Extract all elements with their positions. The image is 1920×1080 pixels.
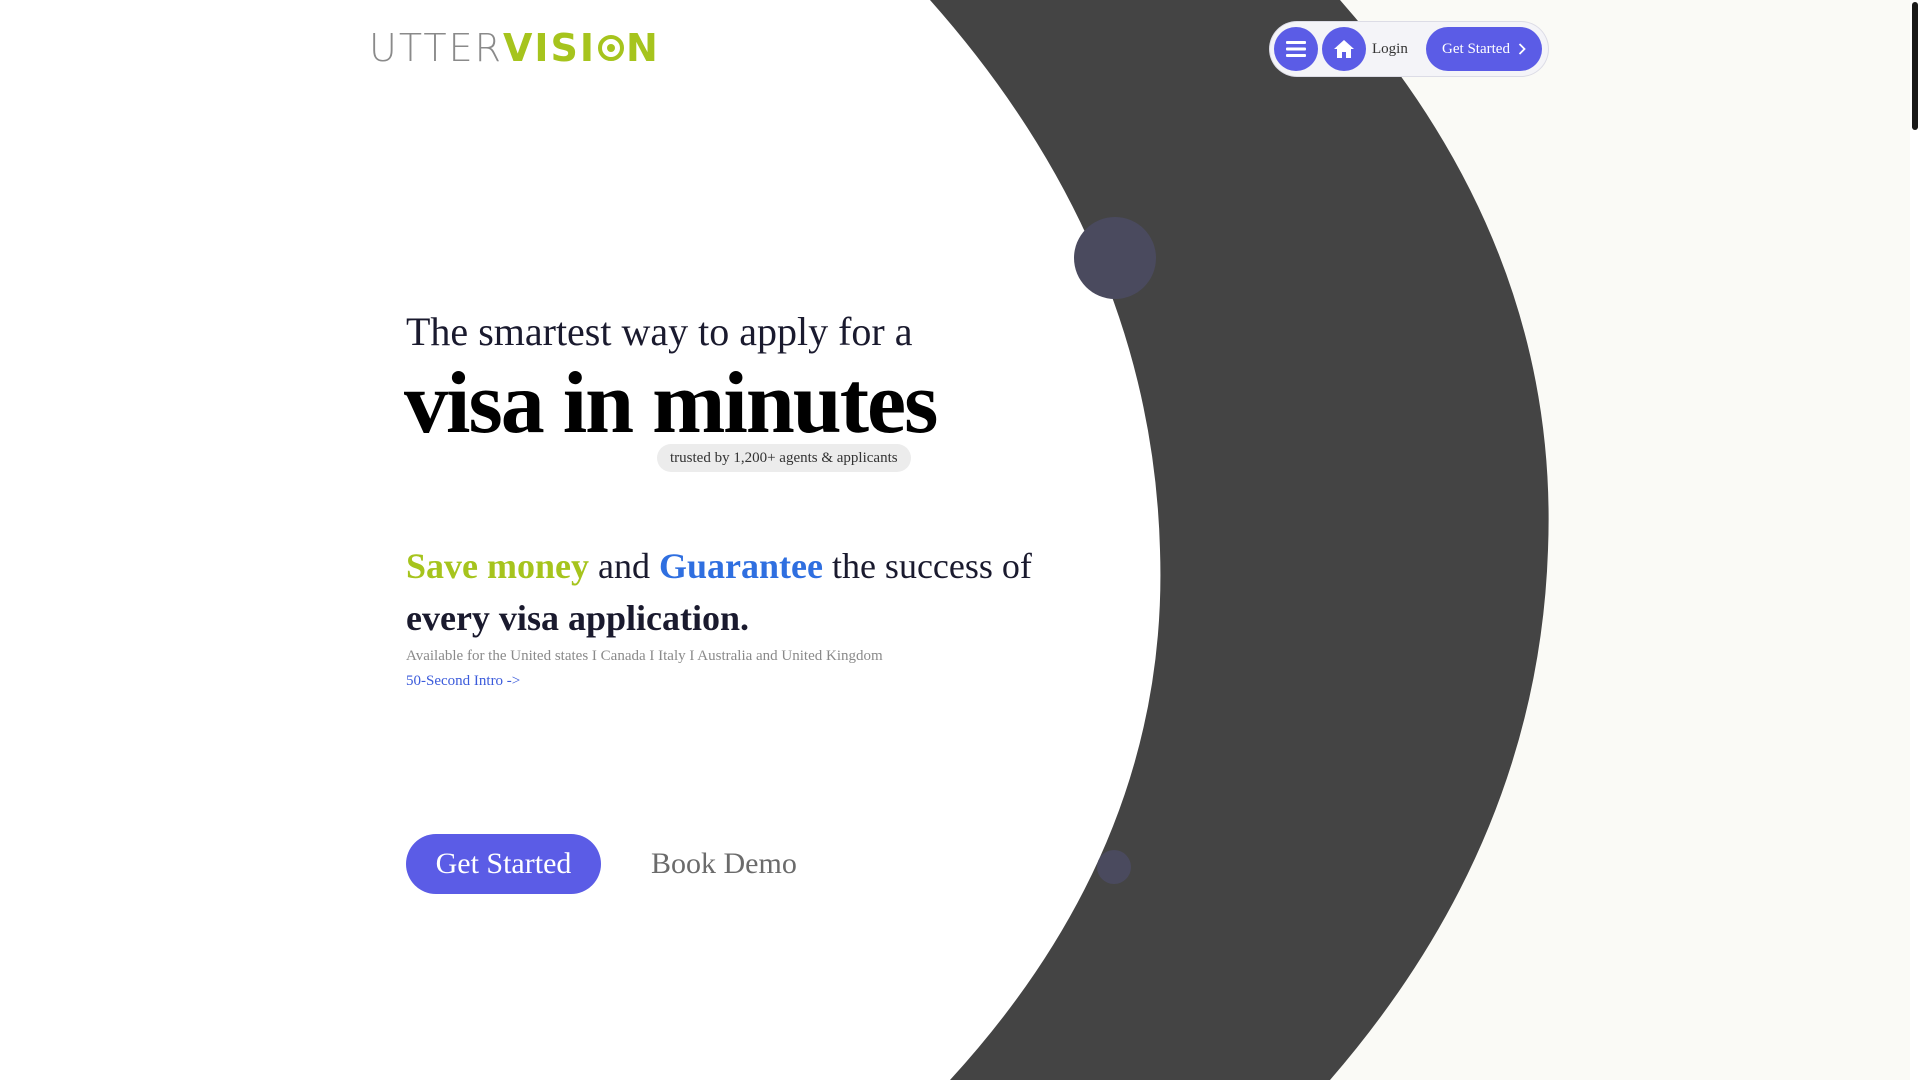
- tagline-guarantee: Guarantee: [658, 546, 823, 586]
- home-icon: [1334, 40, 1354, 58]
- hero-heading: visa in minutes: [404, 355, 938, 452]
- menu-button[interactable]: [1274, 27, 1318, 71]
- logo-text-utter: UTTER: [369, 26, 503, 70]
- hero-get-started-label: Get Started: [435, 847, 572, 880]
- chevron-right-icon: [1518, 43, 1526, 55]
- brand-logo[interactable]: UTTER VISI N: [369, 26, 660, 70]
- hero-tagline: Save money and Guarantee the success of …: [406, 540, 1106, 644]
- trust-badge: trusted by 1,200+ agents & applicants: [657, 444, 911, 472]
- decor-dot-small: [1097, 850, 1131, 884]
- landing-page: UTTER VISI N Login Get Started The smart…: [0, 0, 1920, 1080]
- logo-o-ring-icon: [598, 35, 625, 61]
- tagline-rest: the success of: [822, 546, 1032, 586]
- scrollbar-track[interactable]: [1910, 0, 1920, 1080]
- nav-get-started-button[interactable]: Get Started: [1426, 27, 1542, 71]
- login-link[interactable]: Login: [1372, 22, 1408, 76]
- tagline-bold: every visa application.: [406, 598, 749, 638]
- logo-text-visi: VISI: [502, 26, 597, 70]
- availability-text: Available for the United states I Canada…: [406, 648, 883, 664]
- nav-get-started-label: Get Started: [1442, 40, 1510, 57]
- hero-subheading: The smartest way to apply for a: [406, 309, 913, 354]
- book-demo-button[interactable]: Book Demo: [651, 834, 797, 894]
- tagline-and: and: [589, 546, 659, 586]
- home-button[interactable]: [1322, 27, 1366, 71]
- tagline-save-money: Save money: [406, 546, 589, 586]
- intro-video-link[interactable]: 50-Second Intro ->: [406, 673, 520, 690]
- scrollbar-thumb[interactable]: [1912, 2, 1918, 130]
- menu-icon: [1286, 41, 1306, 57]
- logo-text-n: N: [626, 26, 660, 70]
- hero-get-started-button[interactable]: Get Started: [406, 834, 601, 894]
- decor-dot-large: [1074, 217, 1156, 299]
